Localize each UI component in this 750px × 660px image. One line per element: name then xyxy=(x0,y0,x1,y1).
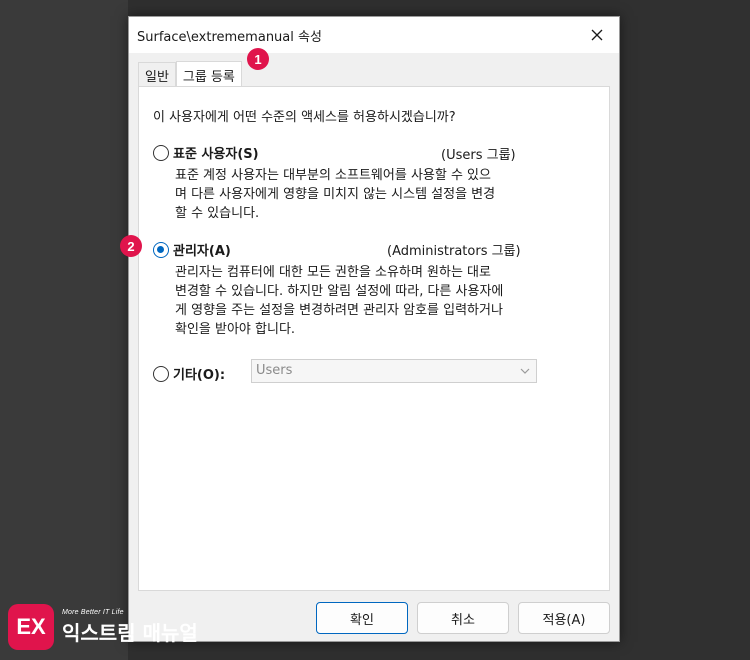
tab-bar: 일반 그룹 등록 xyxy=(138,61,242,86)
logo-text: More Better IT Life 익스트림 매뉴얼 xyxy=(62,609,198,646)
standard-user-description: 표준 계정 사용자는 대부분의 소프트웨어를 사용할 수 있으 며 다른 사용자… xyxy=(175,168,496,221)
background-left xyxy=(0,0,128,660)
other-radio[interactable] xyxy=(153,365,169,382)
chevron-down-icon xyxy=(520,368,530,374)
logo-tagline: More Better IT Life xyxy=(62,608,124,616)
close-icon xyxy=(591,29,603,41)
tab-general[interactable]: 일반 xyxy=(138,62,176,86)
apply-button[interactable]: 적용(A) xyxy=(518,602,610,634)
properties-dialog: Surface\extrememanual 속성 일반 그룹 등록 이 사용자에… xyxy=(128,16,620,642)
administrator-option[interactable]: 관리자(A) xyxy=(153,240,231,259)
administrator-group: (Administrators 그룹) xyxy=(387,244,521,259)
tab-panel: 이 사용자에게 어떤 수준의 액세스를 허용하시겠습니까? 표준 사용자(S) … xyxy=(138,86,610,591)
standard-user-label: 표준 사용자(S) xyxy=(173,147,259,162)
administrator-radio[interactable] xyxy=(153,241,169,258)
other-group-select[interactable]: Users xyxy=(251,359,537,383)
ok-button[interactable]: 확인 xyxy=(316,602,408,634)
logo-name: 익스트림 매뉴얼 xyxy=(62,620,198,645)
tab-group-membership[interactable]: 그룹 등록 xyxy=(175,61,242,86)
access-question: 이 사용자에게 어떤 수준의 액세스를 허용하시겠습니까? xyxy=(153,110,456,125)
other-option[interactable]: 기타(O): xyxy=(153,364,225,383)
title-bar: Surface\extrememanual 속성 xyxy=(129,17,619,53)
other-label: 기타(O): xyxy=(173,368,226,383)
window-title: Surface\extrememanual 속성 xyxy=(137,30,322,45)
close-button[interactable] xyxy=(575,17,619,53)
other-group-select-value: Users xyxy=(256,363,293,378)
logo-mark: EX xyxy=(8,604,54,650)
administrator-label: 관리자(A) xyxy=(173,244,231,259)
site-logo: EX More Better IT Life 익스트림 매뉴얼 xyxy=(8,604,198,650)
step-badge-1: 1 xyxy=(247,48,269,70)
standard-user-option[interactable]: 표준 사용자(S) xyxy=(153,143,259,162)
standard-user-radio[interactable] xyxy=(153,144,169,161)
cancel-button[interactable]: 취소 xyxy=(417,602,509,634)
standard-user-group: (Users 그룹) xyxy=(441,148,516,163)
background-right xyxy=(620,0,750,660)
administrator-description: 관리자는 컴퓨터에 대한 모든 권한을 소유하며 원하는 대로 변경할 수 있습… xyxy=(175,265,504,337)
step-badge-2: 2 xyxy=(120,235,142,257)
